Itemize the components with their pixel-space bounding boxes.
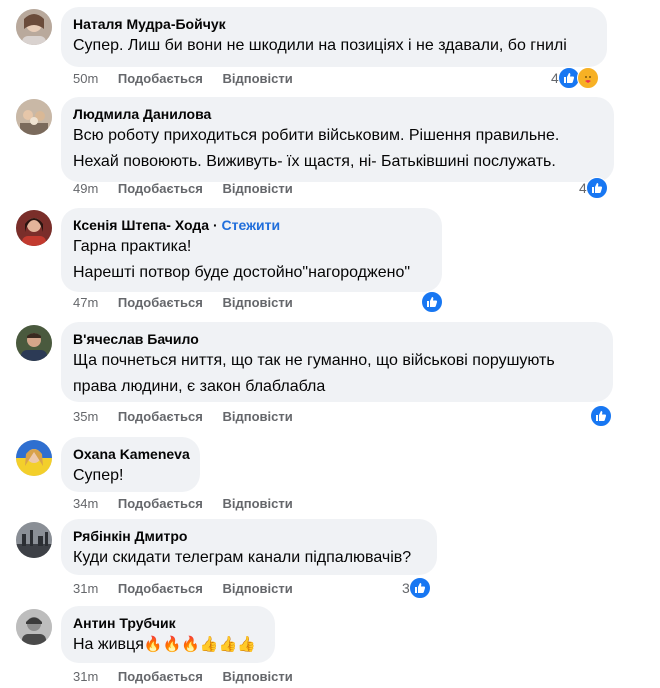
reaction-summary[interactable]: [590, 405, 612, 427]
comment-bubble: В'ячеслав Бачило Ща почнеться ниття, що …: [61, 322, 613, 402]
comment-time[interactable]: 47m: [73, 295, 98, 310]
follow-button[interactable]: Стежити: [222, 217, 281, 233]
reaction-summary[interactable]: 4: [551, 67, 599, 89]
comment-time[interactable]: 34m: [73, 496, 98, 511]
comment-author[interactable]: Oxana Kameneva: [73, 445, 190, 463]
comment-bubble: Рябінкін Дмитро Куди скидати телеграм ка…: [61, 519, 437, 575]
comment-time[interactable]: 31m: [73, 669, 98, 684]
separator-dot: ·: [212, 217, 218, 233]
comment-text: Всю роботу приходиться робити військовим…: [73, 127, 560, 144]
comment-text: Нехай повоюють. Виживуть- їх щастя, ні- …: [73, 153, 556, 170]
like-button[interactable]: Подобається: [118, 71, 203, 86]
comment-actions: 49m Подобається Відповісти: [73, 181, 309, 197]
comment-actions: 31m Подобається Відповісти: [73, 669, 309, 685]
comment-bubble: Антин Трубчик На живця🔥🔥🔥👍👍👍: [61, 606, 275, 663]
like-icon: [585, 177, 608, 199]
reply-button[interactable]: Відповісти: [222, 409, 292, 424]
comment-time[interactable]: 35m: [73, 409, 98, 424]
avatar[interactable]: [16, 609, 52, 645]
comment-bubble: Наталя Мудра-Бойчук Супер. Лиш би вони н…: [61, 7, 607, 67]
like-button[interactable]: Подобається: [118, 409, 203, 424]
comment-text: права людини, є закон блаблабла: [73, 378, 326, 395]
comment-actions: 34m Подобається Відповісти: [73, 496, 309, 512]
avatar[interactable]: [16, 210, 52, 246]
like-button[interactable]: Подобається: [118, 581, 203, 596]
comment-time[interactable]: 49m: [73, 181, 98, 196]
avatar[interactable]: [16, 99, 52, 135]
reaction-summary[interactable]: 4: [579, 177, 608, 199]
like-icon: [408, 577, 431, 599]
fire-thumbs-emoji: 🔥🔥🔥👍👍👍: [143, 636, 256, 653]
comment-actions: 35m Подобається Відповісти: [73, 409, 309, 425]
like-icon: [421, 291, 443, 313]
comment-text: На живця🔥🔥🔥👍👍👍: [73, 632, 263, 658]
avatar[interactable]: [16, 9, 52, 45]
care-icon: [576, 67, 599, 89]
comment-text: Нарешті потвор буде достойно"нагороджено…: [73, 264, 411, 281]
comment-time[interactable]: 31m: [73, 581, 98, 596]
comment-time[interactable]: 50m: [73, 71, 98, 86]
reply-button[interactable]: Відповісти: [222, 181, 292, 196]
comment-text: Супер!: [73, 467, 124, 484]
reply-button[interactable]: Відповісти: [222, 295, 292, 310]
reply-button[interactable]: Відповісти: [222, 581, 292, 596]
comment-actions: 47m Подобається Відповісти: [73, 295, 309, 311]
avatar[interactable]: [16, 522, 52, 558]
comment-text: Куди скидати телеграм канали підпалювачі…: [73, 549, 412, 566]
comment-text: Ща почнеться ниття, що так не гуманно, щ…: [73, 352, 555, 369]
reaction-summary[interactable]: 3: [402, 577, 431, 599]
comment-author[interactable]: Людмила Данилова: [73, 105, 602, 123]
reaction-summary[interactable]: [421, 291, 443, 313]
like-button[interactable]: Подобається: [118, 295, 203, 310]
comment-text: Гарна практика!: [73, 238, 192, 255]
like-button[interactable]: Подобається: [118, 181, 203, 196]
reply-button[interactable]: Відповісти: [222, 71, 292, 86]
like-button[interactable]: Подобається: [118, 496, 203, 511]
comment-author-name[interactable]: Ксенія Штепа- Хода: [73, 217, 209, 233]
comment-bubble: Ксенія Штепа- Хода · Стежити Гарна практ…: [61, 208, 442, 292]
comment-actions: 50m Подобається Відповісти: [73, 71, 309, 87]
comment-author[interactable]: Антин Трубчик: [73, 614, 263, 632]
reply-button[interactable]: Відповісти: [222, 496, 292, 511]
comment-author[interactable]: Наталя Мудра-Бойчук: [73, 15, 595, 33]
comment-author: Ксенія Штепа- Хода · Стежити: [73, 216, 430, 234]
like-icon: [590, 405, 612, 427]
comment-text-body: На живця: [73, 636, 144, 653]
comment-text: Супер. Лиш би вони не шкодили на позиція…: [73, 37, 567, 54]
comment-bubble: Oxana Kameneva Супер!: [61, 437, 200, 492]
comment-author[interactable]: В'ячеслав Бачило: [73, 330, 601, 348]
comment-bubble: Людмила Данилова Всю роботу приходиться …: [61, 97, 614, 182]
comment-author[interactable]: Рябінкін Дмитро: [73, 527, 425, 545]
avatar[interactable]: [16, 440, 52, 476]
avatar[interactable]: [16, 325, 52, 361]
comment-actions: 31m Подобається Відповісти: [73, 581, 309, 597]
reply-button[interactable]: Відповісти: [222, 669, 292, 684]
like-button[interactable]: Подобається: [118, 669, 203, 684]
